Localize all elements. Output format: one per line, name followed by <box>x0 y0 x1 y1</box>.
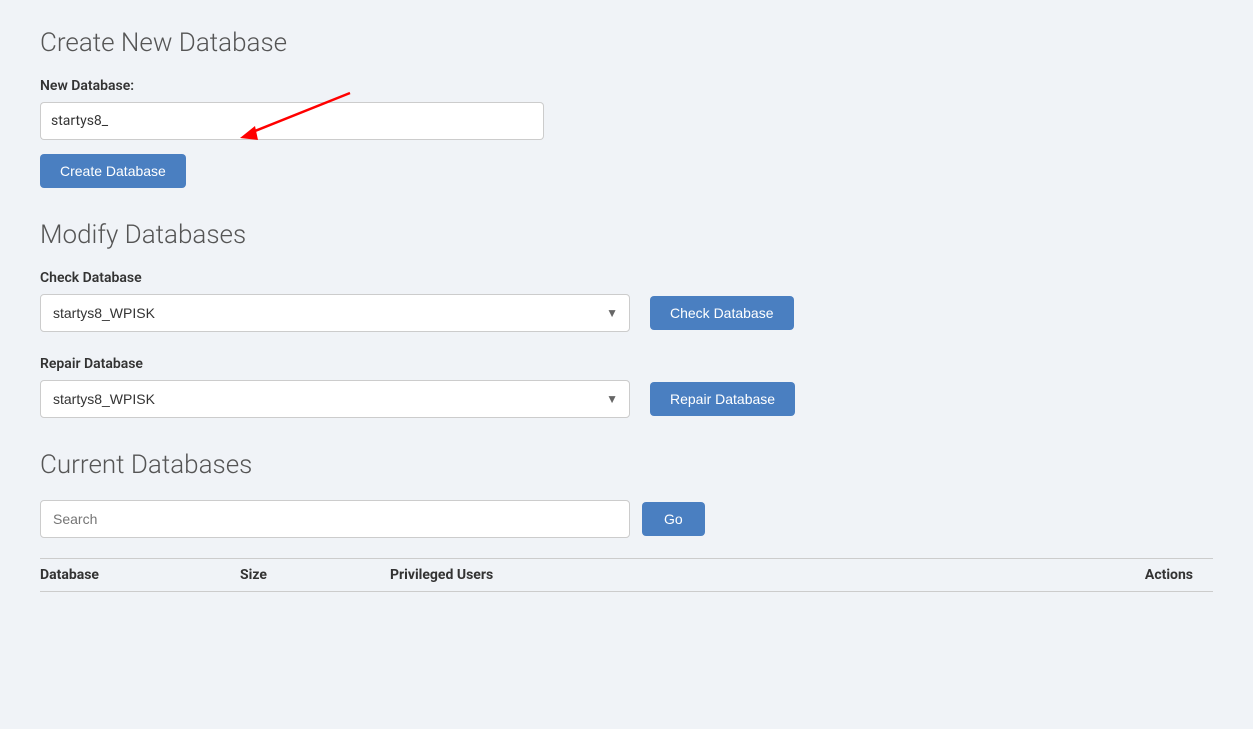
create-database-button[interactable]: Create Database <box>40 154 186 188</box>
new-database-input-row: startys8_ <box>40 102 1213 140</box>
table-header: Database Size Privileged Users Actions <box>40 558 1213 592</box>
search-go-row: Go <box>40 500 1213 538</box>
repair-database-row: startys8_WPISK ▼ Repair Database <box>40 380 1213 418</box>
table-col-privileged-users: Privileged Users <box>390 567 650 583</box>
modify-section-title: Modify Databases <box>40 220 1213 250</box>
check-database-select[interactable]: startys8_WPISK <box>40 294 630 332</box>
modify-section: Check Database startys8_WPISK ▼ Check Da… <box>40 270 1213 418</box>
check-database-button[interactable]: Check Database <box>650 296 794 330</box>
new-database-input[interactable] <box>114 102 544 140</box>
repair-database-group: Repair Database startys8_WPISK ▼ Repair … <box>40 356 1213 418</box>
table-col-size: Size <box>240 567 390 583</box>
repair-database-select-wrapper: startys8_WPISK ▼ <box>40 380 630 418</box>
go-button[interactable]: Go <box>642 502 705 536</box>
page-container: Create New Database New Database: starty… <box>0 0 1253 729</box>
table-col-actions: Actions <box>650 567 1213 583</box>
check-database-select-wrapper: startys8_WPISK ▼ <box>40 294 630 332</box>
check-database-group: Check Database startys8_WPISK ▼ Check Da… <box>40 270 1213 332</box>
create-section-title: Create New Database <box>40 28 1213 58</box>
repair-database-label: Repair Database <box>40 356 1213 372</box>
current-section-title: Current Databases <box>40 450 1213 480</box>
table-col-database: Database <box>40 567 240 583</box>
create-button-wrapper: Create Database <box>40 154 1213 188</box>
input-prefix: startys8_ <box>40 102 114 140</box>
repair-database-select[interactable]: startys8_WPISK <box>40 380 630 418</box>
repair-database-button[interactable]: Repair Database <box>650 382 795 416</box>
new-database-label: New Database: <box>40 78 1213 94</box>
current-section: Go Database Size Privileged Users Action… <box>40 500 1213 592</box>
search-input[interactable] <box>40 500 630 538</box>
check-database-label: Check Database <box>40 270 1213 286</box>
check-database-row: startys8_WPISK ▼ Check Database <box>40 294 1213 332</box>
create-form: New Database: startys8_ Create Database <box>40 78 1213 188</box>
